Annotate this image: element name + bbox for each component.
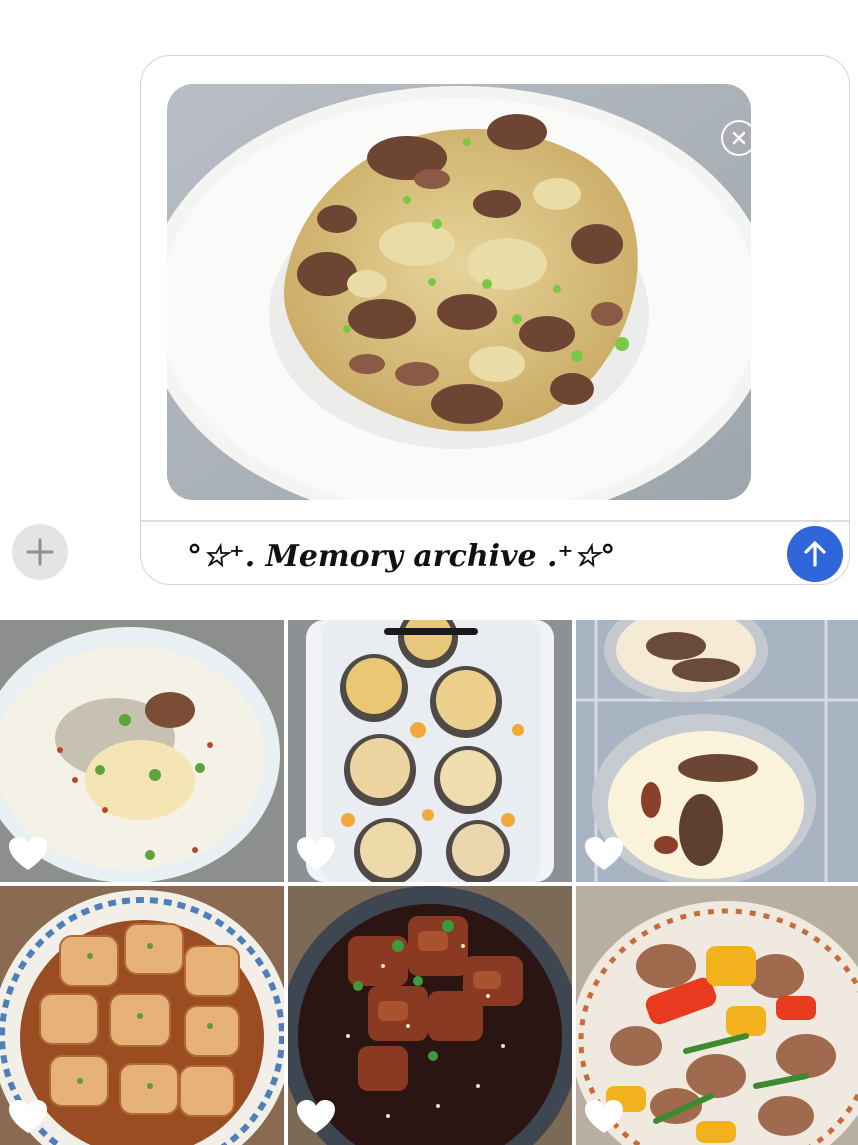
beef-egg-stirfry-image — [167, 84, 751, 500]
pepper-stirfry-photo[interactable] — [576, 886, 858, 1145]
tofu-plate-photo[interactable] — [0, 886, 284, 1145]
message-input[interactable]: °☆⁺. Memory archive .⁺☆° — [187, 534, 747, 578]
heart-icon[interactable] — [296, 836, 336, 872]
message-composer: °☆⁺. Memory archive .⁺☆° — [140, 55, 850, 585]
heart-icon[interactable] — [584, 836, 624, 872]
steamed-egg-morel-photo[interactable] — [576, 620, 858, 882]
remove-attachment-button[interactable] — [721, 120, 751, 156]
stuffed-mushroom-photo[interactable] — [288, 620, 572, 882]
send-button[interactable] — [787, 526, 843, 582]
add-attachment-button[interactable] — [12, 524, 68, 580]
photo-picker-grid — [0, 620, 858, 1145]
fish-soup-photo[interactable] — [0, 620, 284, 882]
attached-photo[interactable] — [167, 84, 751, 500]
sheet-drag-handle[interactable] — [384, 628, 478, 635]
heart-icon[interactable] — [8, 1099, 48, 1135]
close-icon — [732, 131, 746, 145]
heart-icon[interactable] — [584, 1099, 624, 1135]
message-text: °☆⁺. Memory archive .⁺☆° — [187, 538, 616, 574]
arrow-up-icon — [804, 541, 826, 567]
composer-divider — [141, 520, 849, 522]
glazed-beef-photo[interactable] — [288, 886, 572, 1145]
heart-icon[interactable] — [296, 1099, 336, 1135]
heart-icon[interactable] — [8, 836, 48, 872]
plus-icon — [26, 538, 54, 566]
